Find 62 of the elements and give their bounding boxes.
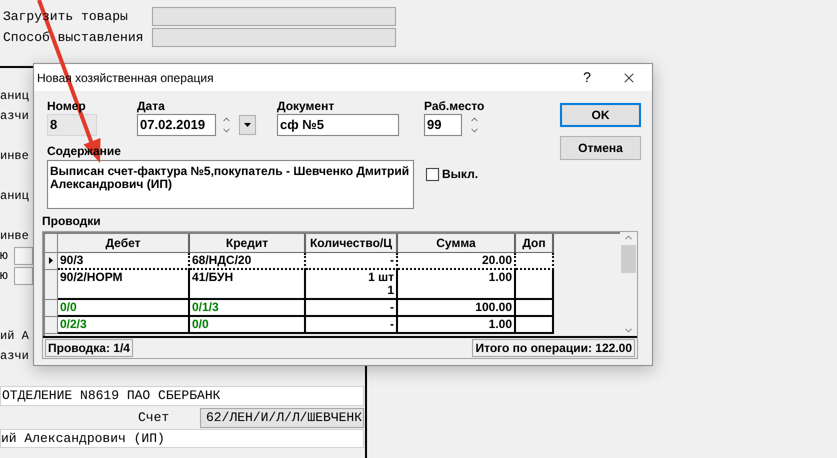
table-row[interactable]: 90/3 68/НДС/20 - 20.00 (45, 253, 620, 270)
form-label: ий А (0, 328, 29, 345)
column-header[interactable]: Кредит (190, 234, 306, 253)
row-pointer-icon (49, 257, 53, 264)
table-cell: 1.00 (398, 317, 516, 334)
scrollbar-thumb[interactable] (621, 245, 636, 273)
form-label: азчи (0, 348, 29, 365)
table-cell: 90/2/НОРМ (58, 270, 190, 300)
table-cell: 0/2/3 (58, 317, 190, 334)
table-row[interactable]: 0/2/3 0/0 - 1.00 (45, 317, 620, 334)
table-cell: 1.00 (398, 270, 516, 300)
dropdown-button[interactable] (239, 115, 256, 135)
field-label: Документ (277, 99, 334, 114)
input-field[interactable] (14, 267, 33, 285)
table-cell: 41/БУН (190, 270, 306, 300)
table-row[interactable]: 90/2/НОРМ 41/БУН 1 шт 1 1.00 (45, 270, 620, 300)
checkbox[interactable] (426, 168, 439, 180)
field-label: Дата (137, 99, 165, 114)
form-label: инве (0, 228, 29, 245)
form-label: аниц (0, 188, 29, 205)
table-cell: 20.00 (398, 253, 516, 270)
column-header[interactable]: Доп (516, 234, 554, 253)
total-text: Итого по операции: 122.00 (472, 339, 635, 357)
name-field[interactable]: ий Александрович (ИП) (0, 429, 364, 448)
form-label: инве (0, 148, 29, 165)
table-cell: 90/3 (58, 253, 190, 270)
form-label: ю (0, 247, 9, 266)
table-cell: 0/0 (190, 317, 306, 334)
input-field[interactable] (152, 28, 396, 47)
ok-button[interactable]: OK (560, 103, 641, 127)
form-label: Способ выставления (2, 28, 144, 47)
field-label: Раб.место (424, 99, 484, 114)
content-field[interactable]: Выписан счет-фактура №5,покупатель - Шевченко Дмитрий Александрович (ИП) (47, 160, 414, 209)
table-cell: 100.00 (398, 300, 516, 317)
form-label: ю (0, 267, 9, 286)
table-cell: - (306, 253, 398, 270)
table-cell: 1 шт 1 (306, 270, 398, 300)
bank-field[interactable]: ОТДЕЛЕНИЕ N8619 ПАО СБЕРБАНК (0, 386, 364, 406)
column-header[interactable]: Сумма (398, 234, 516, 253)
column-header[interactable]: Количество/Ц (306, 234, 398, 253)
account-label: Счет (138, 408, 170, 427)
caret-icon (244, 123, 251, 127)
form-label: аниц (0, 88, 29, 105)
input-field[interactable] (152, 7, 396, 26)
document-field[interactable]: сф №5 (277, 114, 399, 136)
table-cell: 0/1/3 (190, 300, 306, 317)
form-label: азчи (0, 108, 29, 125)
column-header[interactable]: Дебет (58, 234, 190, 253)
workplace-field[interactable]: 99 (424, 114, 462, 136)
cancel-button[interactable]: Отмена (560, 136, 641, 160)
section-label: Проводки (42, 214, 102, 229)
table-cell: - (306, 317, 398, 334)
input-field[interactable] (14, 247, 33, 265)
account-field[interactable]: 62/ЛЕН/И/Л/Л/ШЕВЧЕНК (200, 408, 364, 428)
date-field[interactable]: 07.02.2019 (137, 114, 216, 136)
table-cell: 68/НДС/20 (190, 253, 306, 270)
table-cell: 0/0 (58, 300, 190, 317)
table-cell: - (306, 300, 398, 317)
checkbox-label: Выкл. (442, 166, 478, 183)
table-row[interactable]: 0/0 0/1/3 - 100.00 (45, 300, 620, 317)
help-button[interactable]: ? (574, 64, 600, 90)
status-text: Проводка: 1/4 (45, 339, 133, 357)
